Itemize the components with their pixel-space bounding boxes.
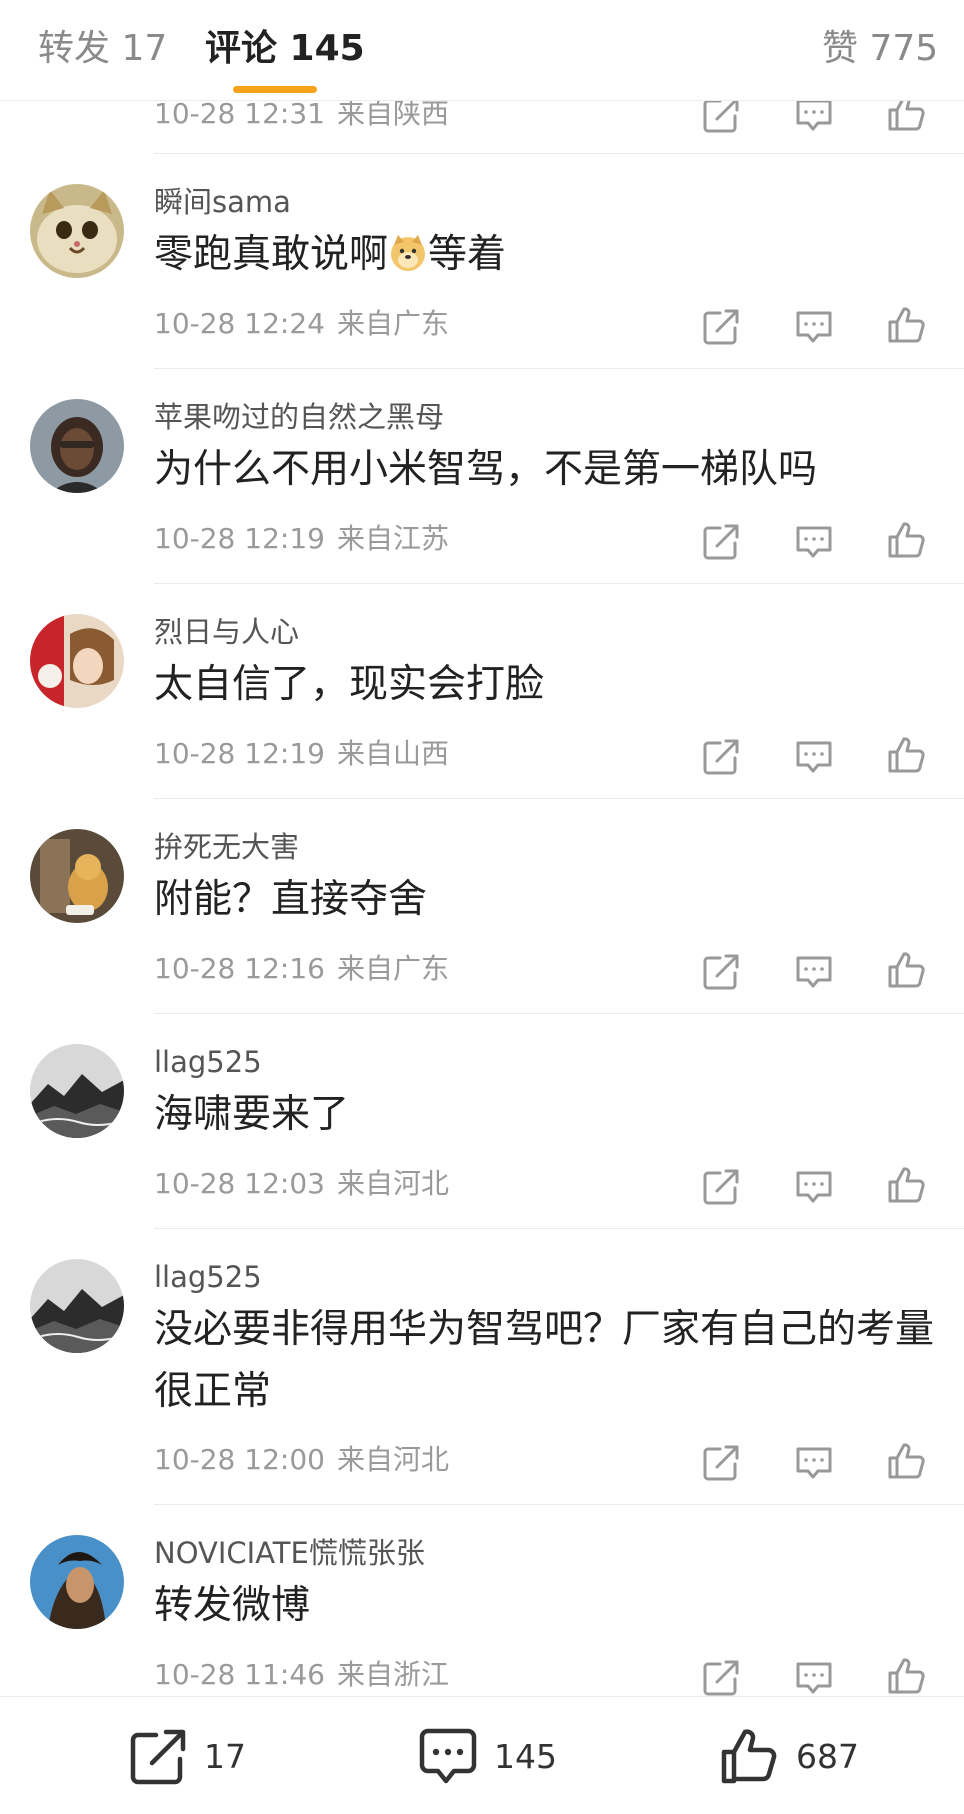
tab-bar: 转发 17 评论 145 赞 775: [0, 0, 964, 101]
comment-meta: 10-28 11:46 来自浙江: [154, 1657, 449, 1693]
comment-time: 10-28 12:16: [154, 952, 325, 985]
like-action-icon[interactable]: [886, 734, 928, 776]
repost-action-icon[interactable]: [700, 736, 742, 778]
comment-text-part: 零跑真敢说啊: [154, 232, 389, 277]
comment-meta: 10-28 12:16 来自广东: [154, 951, 449, 987]
like-count: 687: [796, 1737, 859, 1776]
comment-action-icon[interactable]: [793, 521, 835, 563]
repost-action-icon[interactable]: [700, 306, 742, 348]
repost-action-icon[interactable]: [700, 1442, 742, 1484]
divider: [154, 1504, 964, 1505]
comment-time: 10-28 12:00: [154, 1443, 325, 1476]
like-icon: [721, 1729, 777, 1784]
repost-action-icon[interactable]: [700, 951, 742, 993]
divider: [154, 1013, 964, 1014]
like-action-icon[interactable]: [886, 1164, 928, 1206]
doge-emoji: [388, 230, 428, 271]
tab-repost[interactable]: 转发 17: [38, 26, 167, 72]
comment-action-icon[interactable]: [793, 306, 835, 348]
like-action-icon[interactable]: [886, 1440, 928, 1482]
comment-text: 太自信了，现实会打脸: [154, 662, 545, 707]
username[interactable]: 瞬间sama: [154, 184, 291, 220]
comment-count: 145: [494, 1737, 557, 1776]
repost-button[interactable]: 17: [126, 1727, 276, 1787]
tab-comments[interactable]: 评论 145: [205, 26, 365, 72]
comment-action-icon[interactable]: [793, 1166, 835, 1208]
avatar[interactable]: [30, 614, 124, 708]
divider: [154, 1228, 964, 1229]
comment-time: 10-28 12:24: [154, 307, 325, 340]
repost-count: 17: [204, 1737, 246, 1776]
comment-meta: 10-28 12:00 来自河北: [154, 1442, 449, 1478]
repost-action-icon[interactable]: [700, 521, 742, 563]
comment-meta: 10-28 12:31 来自陕西: [154, 96, 449, 132]
like-action-icon[interactable]: [886, 304, 928, 346]
comment-action-icon[interactable]: [793, 1657, 835, 1699]
comment-text: 附能？直接夺舍: [154, 877, 428, 922]
comment-location: 来自广东: [336, 952, 449, 985]
like-button[interactable]: 687: [718, 1727, 888, 1787]
repost-action-icon[interactable]: [700, 1166, 742, 1208]
comment-text: 转发微博: [154, 1583, 311, 1628]
comment-meta: 10-28 12:19 来自江苏: [154, 521, 449, 557]
comment-location: 来自江苏: [336, 522, 449, 555]
comment-meta: 10-28 12:03 来自河北: [154, 1166, 449, 1202]
comment-location: 来自河北: [336, 1443, 449, 1476]
active-tab-indicator: [233, 86, 317, 93]
comment-time: 10-28 12:19: [154, 737, 325, 770]
avatar[interactable]: [30, 1259, 124, 1353]
comment-button[interactable]: 145: [416, 1727, 586, 1787]
like-action-icon[interactable]: [886, 519, 928, 561]
comment-text: 海啸要来了: [154, 1092, 350, 1137]
comment-text: 没必要非得用华为智驾吧？厂家有自己的考量很正常: [154, 1307, 935, 1414]
avatar[interactable]: [30, 1535, 124, 1629]
bottom-action-bar: 17 145 687: [0, 1696, 964, 1814]
like-action-icon[interactable]: [886, 1655, 928, 1697]
comment-location: 来自陕西: [336, 97, 449, 130]
comment-time: 10-28 12:31: [154, 97, 325, 130]
comment-time: 10-28 11:46: [154, 1658, 325, 1691]
divider: [154, 368, 964, 369]
username[interactable]: 苹果吻过的自然之黑母: [154, 399, 444, 435]
username[interactable]: NOVICIATE慌慌张张: [154, 1535, 425, 1571]
comment-text-part: 等着: [428, 232, 507, 277]
comment-time: 10-28 12:19: [154, 522, 325, 555]
avatar[interactable]: [30, 1044, 124, 1138]
username[interactable]: 烈日与人心: [154, 614, 299, 650]
like-action-icon[interactable]: [886, 949, 928, 991]
avatar[interactable]: [30, 399, 124, 493]
comment-location: 来自广东: [336, 307, 449, 340]
comment-location: 来自河北: [336, 1167, 449, 1200]
username[interactable]: llag525: [154, 1044, 262, 1080]
comment-meta: 10-28 12:19 来自山西: [154, 736, 449, 772]
divider: [154, 798, 964, 799]
avatar[interactable]: [30, 829, 124, 923]
comment-icon: [419, 1728, 477, 1784]
tab-likes[interactable]: 赞 775: [822, 26, 938, 72]
comment-text: 零跑真敢说啊 等着: [154, 224, 934, 286]
username[interactable]: llag525: [154, 1259, 262, 1295]
comment-location: 来自山西: [336, 737, 449, 770]
divider: [154, 153, 964, 154]
repost-action-icon[interactable]: [700, 1657, 742, 1699]
comment-location: 来自浙江: [336, 1658, 449, 1691]
comment-meta: 10-28 12:24 来自广东: [154, 306, 449, 342]
comment-action-icon[interactable]: [793, 736, 835, 778]
comment-time: 10-28 12:03: [154, 1167, 325, 1200]
comment-text: 为什么不用小米智驾，不是第一梯队吗: [154, 447, 818, 492]
username[interactable]: 拚死无大害: [154, 829, 299, 865]
divider: [154, 583, 964, 584]
avatar[interactable]: [30, 184, 124, 278]
share-icon: [130, 1729, 186, 1785]
comment-action-icon[interactable]: [793, 951, 835, 993]
comment-action-icon[interactable]: [793, 1442, 835, 1484]
